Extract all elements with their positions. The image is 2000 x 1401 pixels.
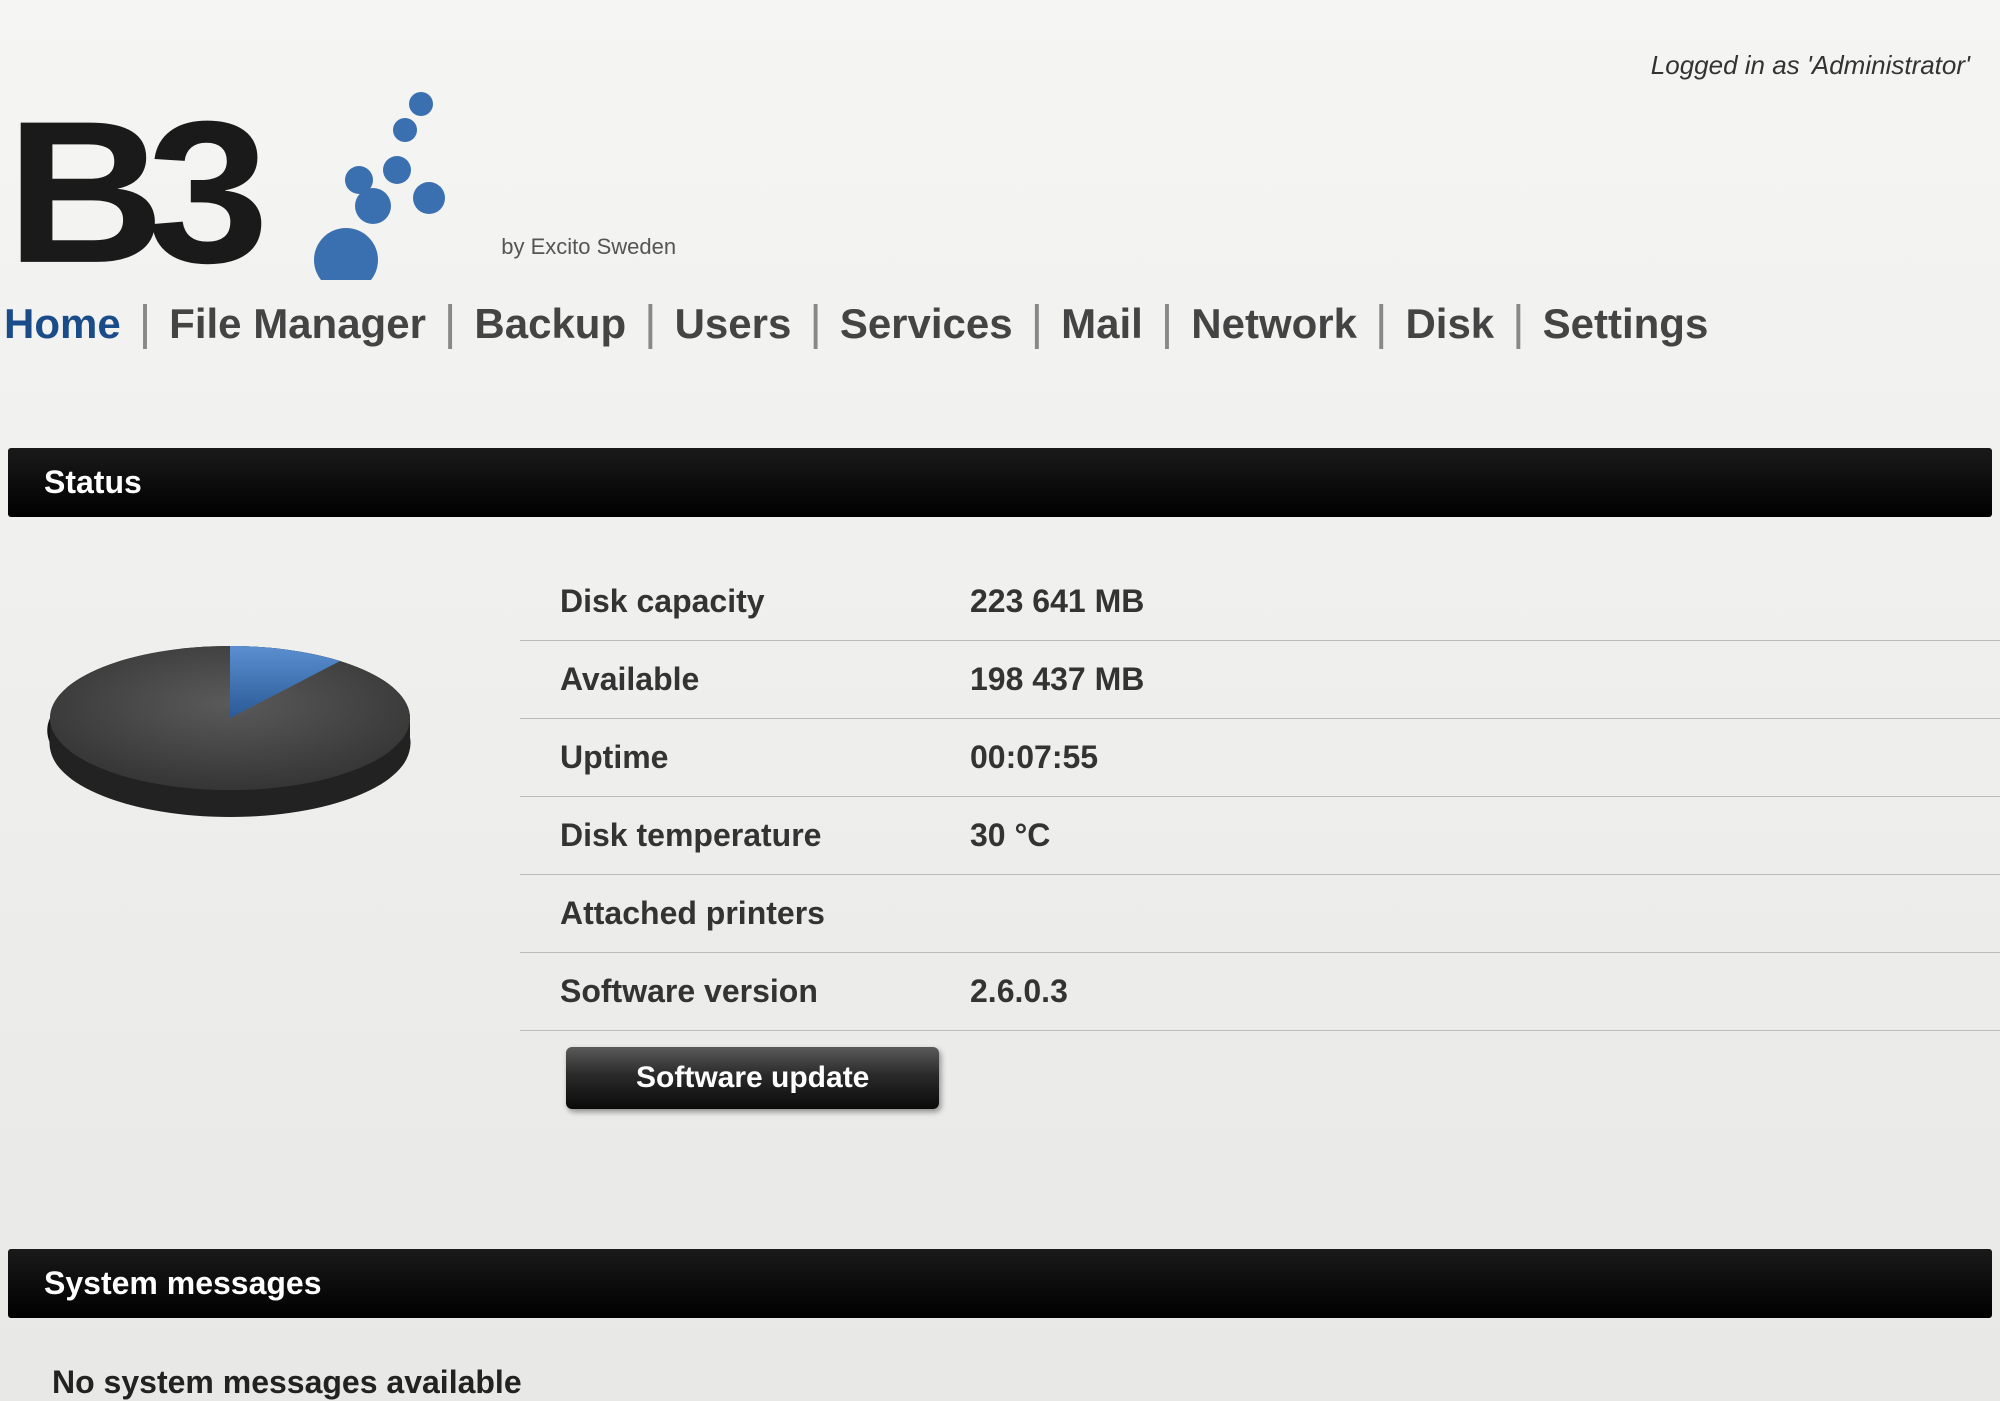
messages-section-title: System messages: [8, 1249, 1992, 1318]
disk-usage-chart: [20, 563, 440, 1109]
status-label: Attached printers: [560, 895, 970, 932]
nav-network[interactable]: Network: [1173, 300, 1375, 348]
nav-separator: |: [139, 312, 151, 336]
login-status: Logged in as 'Administrator': [1651, 50, 1970, 81]
status-label: Disk capacity: [560, 583, 970, 620]
status-row-attached-printers: Attached printers: [520, 875, 2000, 953]
status-row-uptime: Uptime 00:07:55: [520, 719, 2000, 797]
system-messages-empty: No system messages available: [0, 1324, 2000, 1401]
status-row-disk-capacity: Disk capacity 223 641 MB: [520, 563, 2000, 641]
nav-separator: |: [1512, 312, 1524, 336]
logo-byline: by Excito Sweden: [501, 234, 676, 260]
status-row-software-version: Software version 2.6.0.3: [520, 953, 2000, 1031]
nav-services[interactable]: Services: [822, 300, 1031, 348]
nav-separator: |: [1161, 312, 1173, 336]
status-row-available: Available 198 437 MB: [520, 641, 2000, 719]
status-label: Disk temperature: [560, 817, 970, 854]
logo-text: B3: [6, 111, 251, 273]
status-table: Disk capacity 223 641 MB Available 198 4…: [520, 563, 2000, 1109]
nav-mail[interactable]: Mail: [1043, 300, 1161, 348]
main-nav: Home | File Manager | Backup | Users | S…: [0, 300, 2000, 348]
header: Logged in as 'Administrator' B3 by Excit…: [0, 0, 2000, 270]
status-value: 30 °C: [970, 817, 1050, 854]
status-value: 00:07:55: [970, 739, 1098, 776]
nav-separator: |: [1031, 312, 1043, 336]
status-body: Disk capacity 223 641 MB Available 198 4…: [0, 523, 2000, 1169]
nav-separator: |: [809, 312, 821, 336]
status-row-disk-temperature: Disk temperature 30 °C: [520, 797, 2000, 875]
nav-separator: |: [1375, 312, 1387, 336]
status-value: 223 641 MB: [970, 583, 1144, 620]
status-value: 198 437 MB: [970, 661, 1144, 698]
logo-dots-icon: [301, 80, 481, 280]
nav-separator: |: [444, 312, 456, 336]
nav-disk[interactable]: Disk: [1387, 300, 1512, 348]
status-label: Software version: [560, 973, 970, 1010]
nav-backup[interactable]: Backup: [456, 300, 644, 348]
status-section-title: Status: [8, 448, 1992, 517]
nav-file-manager[interactable]: File Manager: [151, 300, 444, 348]
software-update-button[interactable]: Software update: [566, 1047, 939, 1109]
status-label: Uptime: [560, 739, 970, 776]
nav-users[interactable]: Users: [657, 300, 810, 348]
status-label: Available: [560, 661, 970, 698]
nav-separator: |: [644, 312, 656, 336]
status-value: 2.6.0.3: [970, 973, 1068, 1010]
nav-settings[interactable]: Settings: [1525, 300, 1727, 348]
nav-home[interactable]: Home: [4, 300, 139, 348]
